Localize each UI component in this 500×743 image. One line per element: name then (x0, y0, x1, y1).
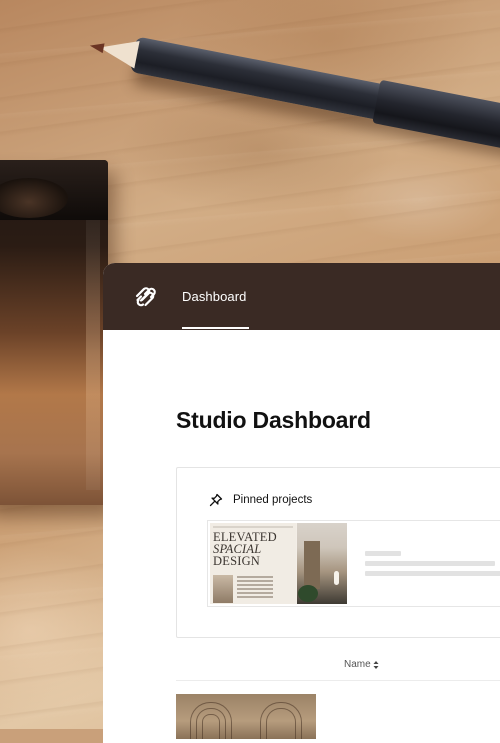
project-meta-placeholder (365, 561, 495, 566)
project-row-thumbnail[interactable] (176, 694, 316, 739)
squarespace-logo-icon[interactable] (133, 286, 159, 308)
pinned-projects-label: Pinned projects (233, 494, 313, 506)
project-thumbnail: ELEVATED SPACIAL DESIGN (210, 523, 347, 604)
pinned-projects-card: Pinned projects ELEVATED SPACIAL DESIGN (176, 467, 500, 638)
page-title: Studio Dashboard (176, 407, 371, 433)
project-meta-placeholder (365, 571, 500, 576)
pin-icon (209, 493, 223, 507)
column-header-name[interactable]: Name (344, 659, 371, 670)
pinned-project-item[interactable]: ELEVATED SPACIAL DESIGN (207, 520, 500, 607)
sort-arrows-icon[interactable] (373, 660, 379, 670)
top-navigation-bar: Dashboard (103, 263, 500, 330)
project-title-placeholder (365, 551, 401, 556)
active-tab-indicator (182, 327, 249, 329)
tab-dashboard[interactable]: Dashboard (182, 289, 247, 304)
thumbnail-heading: ELEVATED SPACIAL DESIGN (213, 530, 277, 568)
cube-object-image (0, 160, 108, 505)
dashboard-window: Dashboard Studio Dashboard Pinned projec… (103, 263, 500, 743)
table-divider (176, 680, 500, 681)
